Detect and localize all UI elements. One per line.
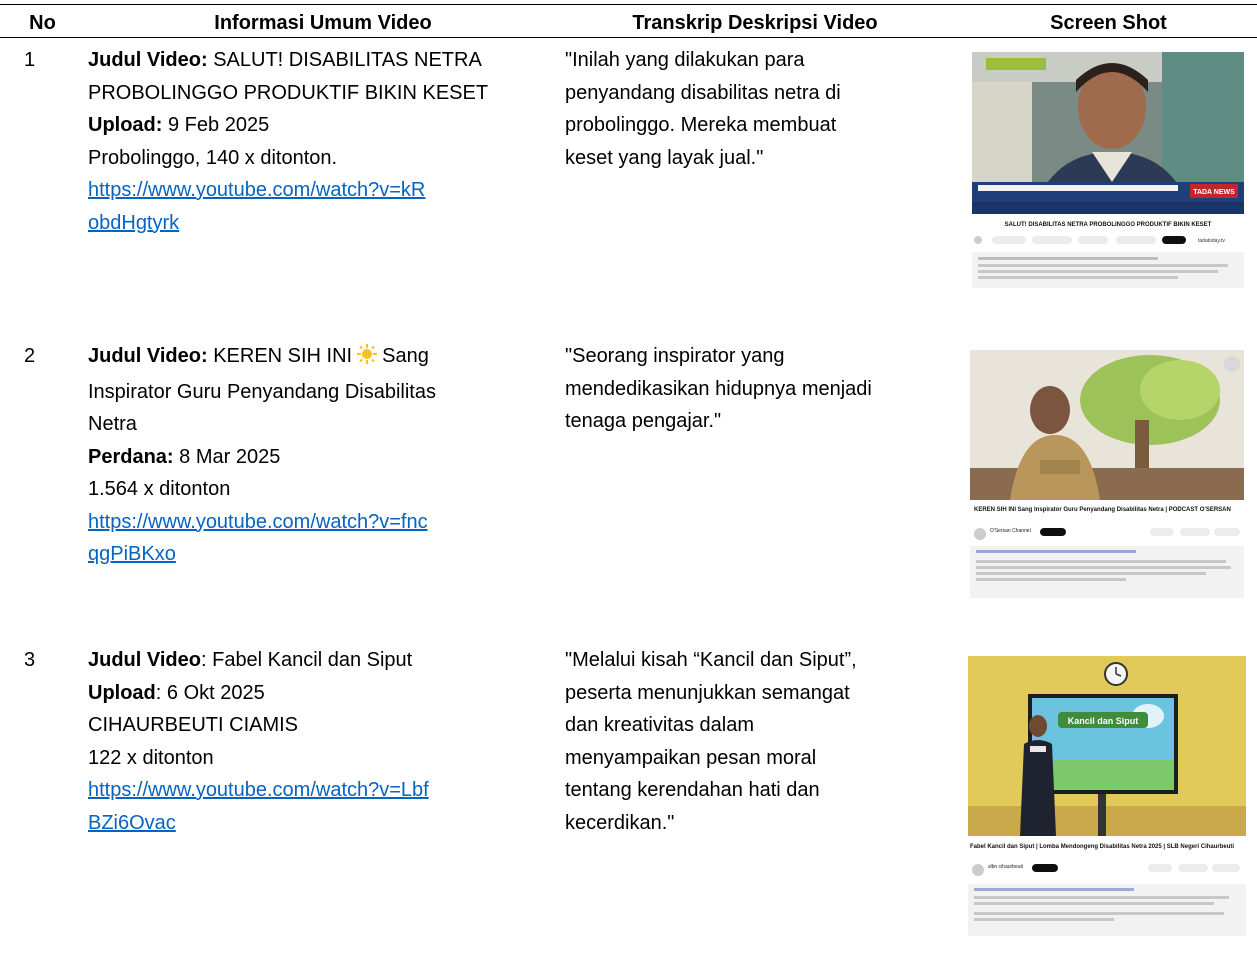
location-info: CIHAURBEUTI CIAMIS (88, 714, 299, 736)
video-link[interactable]: https://www.youtube.com/watch?v=Lbf BZi6O… (88, 774, 558, 839)
screenshot-image: KEREN SIH INI Sang Inspirator Guru Penya… (970, 350, 1244, 598)
date-value: 9 Feb 2025 (162, 114, 270, 136)
title-text-cont: Inspirator Guru Penyandang Disabilitas (88, 380, 436, 403)
title-text: : Fabel Kancil dan Siput (200, 649, 413, 671)
sun-emoji-icon (356, 343, 378, 376)
header-screenshot: Screen Shot (1050, 12, 1167, 34)
row-number: 2 (24, 345, 36, 367)
transcript-line: "Melalui kisah “Kancil dan Siput”, (565, 649, 857, 671)
view-info: 122 x ditonton (88, 746, 214, 769)
date-label: Upload: (88, 114, 163, 136)
title-text-cont: Netra (88, 413, 137, 435)
transcript-line: menyampaikan pesan moral (565, 746, 817, 769)
title-text-cont: PROBOLINGGO PRODUKTIF BIKIN KESET (88, 81, 489, 104)
screenshot-title: KEREN SIH INI Sang Inspirator Guru Penya… (974, 507, 1231, 513)
video-link[interactable]: https://www.youtube.com/watch?v=kR obdHgt… (88, 174, 558, 239)
screenshot-title: SALUT! DISABILITAS NETRA PROBOLINGGO PRO… (1005, 222, 1212, 228)
row-number: 3 (24, 649, 36, 671)
transcript-line: keset yang layak jual." (565, 146, 764, 169)
header-info: Informasi Umum Video (214, 12, 432, 34)
transcript-line: tentang kerendahan hati dan (565, 779, 820, 801)
transcript-line: "Seorang inspirator yang (565, 345, 785, 367)
transcript-line: probolinggo. Mereka membuat (565, 114, 837, 136)
title-text: SALUT! DISABILITAS NETRA (207, 49, 482, 71)
transcript-cell: "Melalui kisah “Kancil dan Siput”, peser… (565, 644, 950, 839)
video-screenshot: Kancil dan Siput Fabel Kancil dan Siput … (968, 656, 1246, 936)
transcript-line: peserta menunjukkan semangat (565, 681, 850, 704)
title-label: Judul Video: (88, 49, 208, 71)
table-header-rule (0, 37, 1257, 38)
transcript-line: mendedikasikan hidupnya menjadi (565, 377, 872, 400)
transcript-line: penyandang disabilitas netra di (565, 81, 841, 104)
transcript-line: tenaga pengajar." (565, 410, 722, 432)
video-info-cell: Judul Video: Fabel Kancil dan Siput Uplo… (88, 644, 558, 839)
screenshot-channel: O'Sersan Channel (990, 528, 1031, 534)
title-label: Judul Video: (88, 345, 208, 367)
video-info-cell: Judul Video: KEREN SIH INI Sang Inspirato… (88, 340, 558, 571)
date-value: : 6 Okt 2025 (155, 681, 265, 704)
screenshot-channel: slbn cihaurbeuti (988, 864, 1023, 870)
video-info-cell: Judul Video: SALUT! DISABILITAS NETRA PR… (88, 44, 558, 239)
title-text: Sang (382, 345, 429, 367)
transcript-line: kecerdikan." (565, 811, 675, 834)
header-transcript: Transkrip Deskripsi Video (632, 12, 878, 34)
date-label: Upload (88, 681, 156, 704)
header-no: No (29, 12, 56, 34)
date-label: Perdana: (88, 445, 174, 468)
date-value: 8 Mar 2025 (173, 445, 281, 468)
table-top-rule (0, 4, 1257, 5)
screenshot-title: Fabel Kancil dan Siput | Lomba Mendongen… (970, 844, 1234, 850)
row-number: 1 (24, 49, 36, 71)
banner-brand: TADA NEWS (1193, 189, 1235, 196)
view-info: 1.564 x ditonton (88, 478, 231, 500)
title-label: Judul Video (88, 649, 201, 671)
screenshot-image: TADA NEWS SALUT! DISABILITAS NETRA PROBO… (972, 52, 1244, 288)
video-screenshot: TADA NEWS SALUT! DISABILITAS NETRA PROBO… (972, 52, 1244, 288)
screenshot-channel: tadatoday.tv (1198, 238, 1225, 244)
screenshot-image: Kancil dan Siput Fabel Kancil dan Siput … (968, 656, 1246, 936)
transcript-line: dan kreativitas dalam (565, 714, 754, 736)
transcript-line: "Inilah yang dilakukan para (565, 49, 805, 71)
title-text: KEREN SIH INI (207, 345, 353, 367)
video-link[interactable]: https://www.youtube.com/watch?v=fnc qgPiB… (88, 506, 558, 571)
video-screenshot: KEREN SIH INI Sang Inspirator Guru Penya… (970, 350, 1244, 598)
transcript-cell: "Seorang inspirator yang mendedikasikan … (565, 340, 950, 438)
transcript-cell: "Inilah yang dilakukan para penyandang d… (565, 44, 950, 174)
screen-text: Kancil dan Siput (1068, 716, 1139, 726)
view-info: Probolinggo, 140 x ditonton. (88, 146, 338, 169)
